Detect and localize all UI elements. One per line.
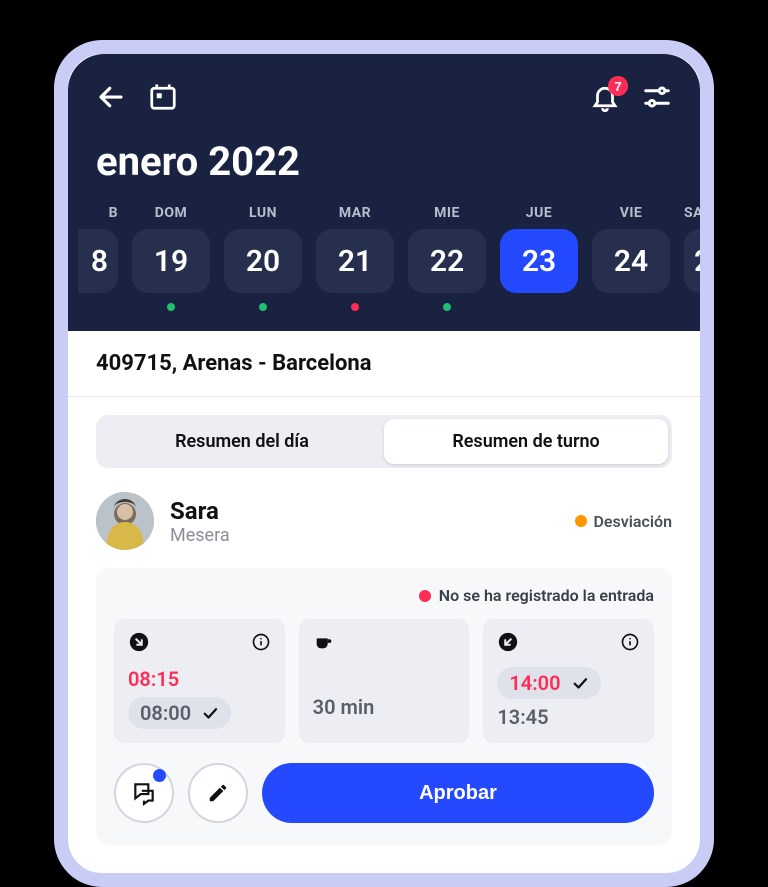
pencil-icon (207, 782, 229, 804)
tab-shift-summary[interactable]: Resumen de turno (384, 419, 668, 464)
day-cell[interactable]: JUE 23 (500, 205, 578, 311)
shift-card: No se ha registrado la entrada 08:15 08:… (96, 568, 672, 845)
day-number: 20 (224, 229, 302, 293)
avatar-image (96, 492, 154, 550)
location-bar: 409715, Arenas - Barcelona (68, 331, 700, 397)
day-number: 23 (500, 229, 578, 293)
warning-dot-icon (575, 515, 587, 527)
status-dot (167, 303, 175, 311)
approve-button[interactable]: Aprobar (262, 763, 654, 823)
break-box[interactable]: 30 min (299, 619, 470, 743)
alert-text: No se ha registrado la entrada (439, 586, 654, 605)
employee-row: Sara Mesera Desviación (68, 492, 700, 568)
week-strip[interactable]: B 8 DOM 19 LUN 20 MAR 21 MIE 22 (68, 205, 700, 311)
check-icon (201, 704, 219, 722)
day-cell[interactable]: MIE 22 (408, 205, 486, 311)
clock-in-box[interactable]: 08:15 08:00 (114, 619, 285, 743)
chat-icon (131, 780, 157, 806)
calendar-button[interactable] (148, 82, 178, 112)
day-label: DOM (132, 205, 210, 221)
arrow-left-icon (96, 82, 126, 112)
break-duration: 30 min (313, 695, 375, 719)
day-label: VIE (592, 205, 670, 221)
clock-out-actual: 14:00 (509, 671, 560, 695)
info-icon[interactable] (251, 632, 271, 652)
day-label: B (78, 205, 118, 221)
clock-in-actual: 08:15 (128, 667, 271, 691)
day-cell[interactable]: MAR 21 (316, 205, 394, 311)
day-label: JUE (500, 205, 578, 221)
alert-dot-icon (419, 590, 431, 602)
day-label: MIE (408, 205, 486, 221)
clock-in-icon (128, 631, 150, 653)
coffee-icon (313, 631, 335, 653)
status-dot (443, 303, 451, 311)
day-number: 8 (78, 229, 118, 293)
day-number: 21 (316, 229, 394, 293)
deviation-label: Desviación (593, 512, 672, 531)
info-icon[interactable] (620, 632, 640, 652)
status-dot (627, 303, 635, 311)
employee-name: Sara (170, 497, 575, 525)
status-dot (535, 303, 543, 311)
day-cell[interactable]: B 8 (78, 205, 118, 311)
deviation-badge: Desviación (575, 512, 672, 531)
day-number: 2 (684, 229, 700, 293)
employee-role: Mesera (170, 525, 575, 546)
alert-row: No se ha registrado la entrada (114, 586, 654, 605)
day-cell[interactable]: SA 2 (684, 205, 700, 311)
location-text: 409715, Arenas - Barcelona (96, 351, 672, 376)
status-dot (94, 303, 102, 311)
clock-out-icon (497, 631, 519, 653)
day-number: 24 (592, 229, 670, 293)
edit-button[interactable] (188, 763, 248, 823)
check-icon (571, 674, 589, 692)
status-dot (351, 303, 359, 311)
tab-switcher: Resumen del día Resumen de turno (96, 415, 672, 468)
comments-button[interactable] (114, 763, 174, 823)
notification-badge: 7 (608, 76, 628, 96)
day-cell[interactable]: DOM 19 (132, 205, 210, 311)
day-number: 22 (408, 229, 486, 293)
status-dot (259, 303, 267, 311)
day-cell[interactable]: LUN 20 (224, 205, 302, 311)
day-number: 19 (132, 229, 210, 293)
app-header: 7 enero 2022 B 8 DOM 19 LUN 20 (68, 54, 700, 331)
back-button[interactable] (96, 82, 126, 112)
day-label: LUN (224, 205, 302, 221)
tab-day-summary[interactable]: Resumen del día (100, 419, 384, 464)
clock-out-box[interactable]: 14:00 13:45 (483, 619, 654, 743)
clock-in-scheduled: 08:00 (140, 701, 191, 725)
month-title: enero 2022 (96, 138, 672, 185)
avatar[interactable] (96, 492, 154, 550)
day-label: SA (684, 205, 700, 221)
notifications-button[interactable]: 7 (590, 82, 620, 112)
calendar-icon (148, 82, 178, 112)
unread-dot-icon (153, 769, 166, 782)
day-cell[interactable]: VIE 24 (592, 205, 670, 311)
filter-button[interactable] (642, 82, 672, 112)
clock-out-scheduled: 13:45 (497, 705, 548, 729)
day-label: MAR (316, 205, 394, 221)
sliders-icon (642, 82, 672, 112)
